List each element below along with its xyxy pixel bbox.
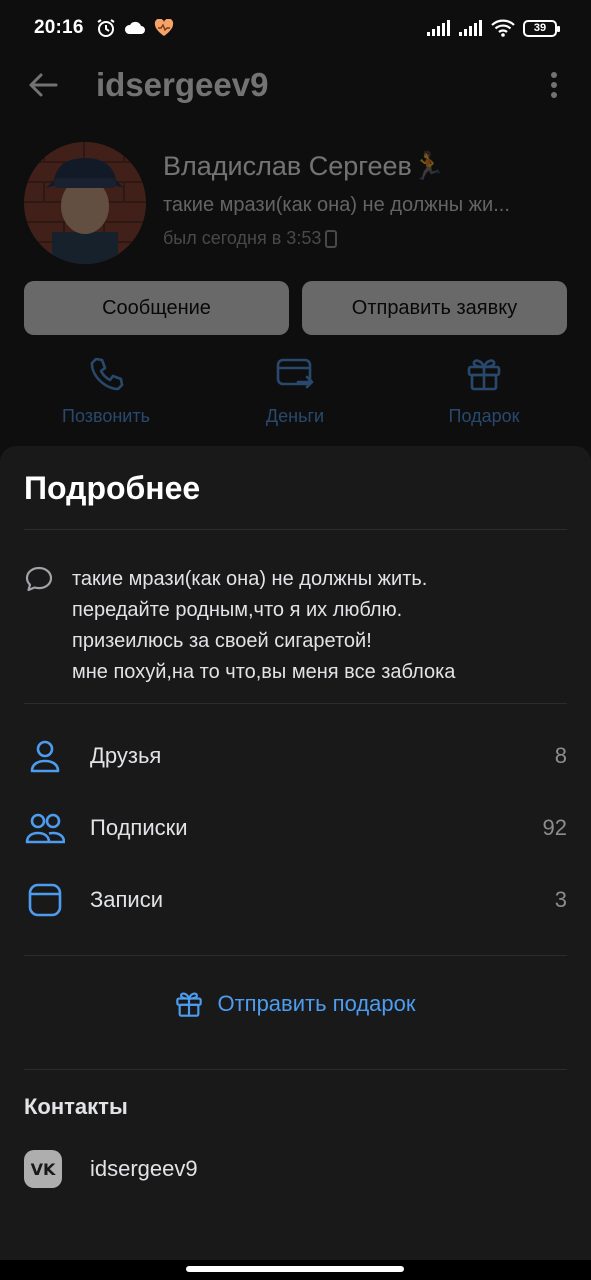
phone-icon <box>86 354 126 394</box>
status-time: 20:16 <box>34 17 84 38</box>
call-label: Позвонить <box>62 406 150 426</box>
mobile-phone-icon <box>325 229 338 248</box>
send-gift-label: Отправить подарок <box>217 991 416 1016</box>
money-action[interactable]: Деньги <box>215 354 375 427</box>
vk-contact-row[interactable]: VK idsergeev9 <box>24 1150 198 1188</box>
posts-row[interactable]: Записи 3 <box>24 875 567 925</box>
last-seen-text: был сегодня в 3:53 <box>163 228 322 248</box>
about-line: передайте родным,что я их люблю. <box>72 599 403 621</box>
vk-badge-text: VK <box>30 1159 56 1179</box>
details-sheet: Подробнее такие мрази(как она) не должны… <box>0 446 591 1260</box>
avatar[interactable] <box>24 142 146 264</box>
divider <box>24 703 567 704</box>
message-button-label: Сообщение <box>102 296 211 319</box>
details-title: Подробнее <box>24 470 201 506</box>
last-seen: был сегодня в 3:53 <box>163 228 338 249</box>
gift-icon <box>464 354 504 394</box>
friend-request-button-label: Отправить заявку <box>351 296 518 319</box>
about-line: такие мрази(как она) не должны жить. <box>72 568 428 590</box>
friends-count: 8 <box>554 743 567 768</box>
vk-contact-label: idsergeev9 <box>90 1156 198 1181</box>
divider <box>24 1069 567 1070</box>
posts-icon <box>24 879 66 921</box>
about-line: мне похуй,на то что,вы меня все заблока <box>72 661 456 683</box>
status-bar: 20:16 39 <box>0 0 591 56</box>
subscriptions-count: 92 <box>542 815 567 840</box>
battery-icon: 39 <box>523 19 560 37</box>
posts-label: Записи <box>90 887 164 912</box>
subscriptions-label: Подписки <box>90 815 188 840</box>
friends-label: Друзья <box>90 743 162 768</box>
page-title: idsergeev9 <box>96 66 269 103</box>
money-label: Деньги <box>265 406 325 426</box>
more-button[interactable] <box>540 68 568 102</box>
heart-icon <box>154 19 173 36</box>
user-icon <box>24 735 66 777</box>
gift-icon <box>176 992 203 1017</box>
profile-name: Владислав Сергеев🏃 <box>163 151 446 181</box>
money-transfer-icon <box>275 354 315 394</box>
signal-icon <box>427 20 450 36</box>
divider <box>24 955 567 956</box>
divider <box>24 529 567 530</box>
alarm-icon <box>97 19 115 37</box>
gift-label: Подарок <box>448 406 520 426</box>
home-indicator[interactable] <box>186 1266 404 1272</box>
call-action[interactable]: Позвонить <box>26 354 186 427</box>
users-icon <box>24 807 66 849</box>
message-button[interactable]: Сообщение <box>24 281 289 335</box>
status-right-icons: 39 <box>427 19 560 37</box>
profile-header: Владислав Сергеев🏃 такие мрази(как она) … <box>0 126 591 446</box>
subscriptions-row[interactable]: Подписки 92 <box>24 803 567 853</box>
back-button[interactable] <box>26 68 60 102</box>
signal-icon <box>459 20 482 36</box>
about-text: такие мрази(как она) не должны жить. пер… <box>72 564 562 688</box>
more-vertical-icon <box>551 72 557 98</box>
arrow-left-icon <box>29 73 58 97</box>
posts-count: 3 <box>554 887 567 912</box>
gift-action[interactable]: Подарок <box>404 354 564 427</box>
wifi-icon <box>491 19 515 37</box>
speech-bubble-icon <box>25 566 53 592</box>
vk-logo-icon: VK <box>24 1150 62 1188</box>
send-gift-link[interactable]: Отправить подарок <box>0 990 591 1018</box>
avatar-photo <box>24 142 146 264</box>
battery-level: 39 <box>533 22 547 34</box>
profile-status[interactable]: такие мрази(как она) не должны жи... <box>163 194 568 217</box>
contacts-title: Контакты <box>24 1094 128 1119</box>
top-app-bar: idsergeev9 <box>0 56 591 116</box>
friends-row[interactable]: Друзья 8 <box>24 731 567 781</box>
friend-request-button[interactable]: Отправить заявку <box>302 281 567 335</box>
cloud-icon <box>124 21 145 34</box>
about-line: призеилюсь за своей сигаретой! <box>72 630 372 652</box>
status-left-icons <box>96 18 174 38</box>
